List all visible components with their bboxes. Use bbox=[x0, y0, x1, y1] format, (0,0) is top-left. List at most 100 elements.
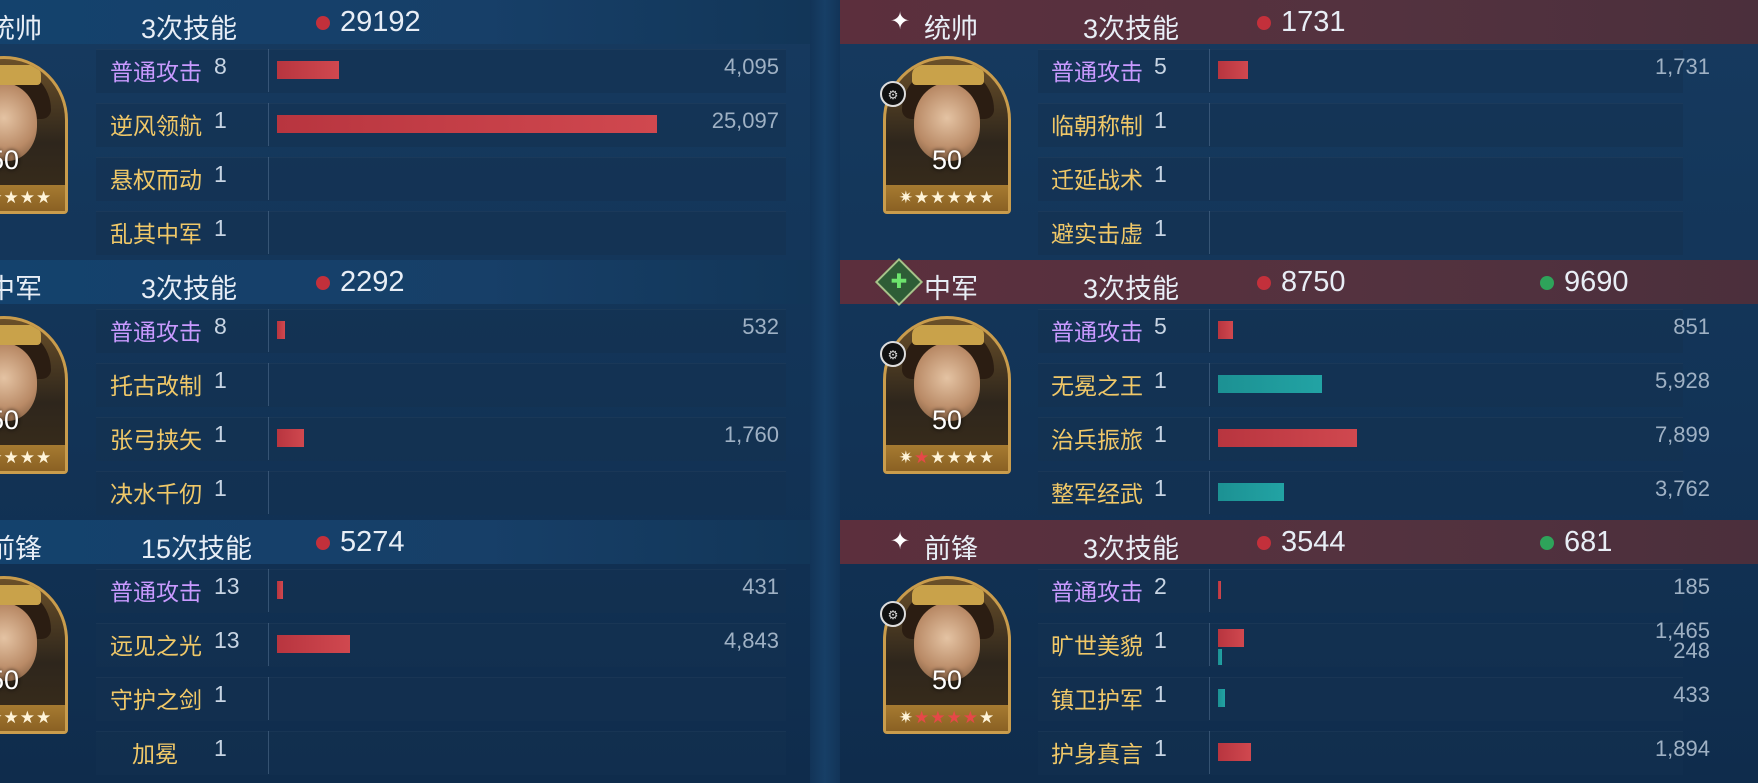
skill-row[interactable]: 普通攻击 8 532 bbox=[0, 304, 810, 353]
damage-value: 431 bbox=[742, 574, 779, 599]
skill-name: 守护之剑 bbox=[110, 687, 202, 713]
skill-name: 护身真言 bbox=[1051, 741, 1143, 767]
skill-name: 旷世美貌 bbox=[1051, 633, 1143, 659]
red-dot-icon bbox=[1257, 275, 1271, 290]
skill-use-count: 13 bbox=[214, 627, 240, 653]
skill-use-count: 1 bbox=[1154, 161, 1167, 187]
damage-bar-area bbox=[1209, 309, 1666, 352]
damage-bar-area bbox=[268, 731, 665, 774]
skill-row[interactable]: 避实击虚 1 bbox=[840, 206, 1758, 255]
skill-row[interactable]: 普通攻击 13 431 bbox=[0, 564, 810, 613]
red-dot-icon bbox=[316, 535, 330, 550]
skill-use-count: 8 bbox=[214, 53, 227, 79]
skill-name: 无冕之王 bbox=[1051, 373, 1143, 399]
skill-count-label: 3次技能 bbox=[141, 274, 238, 304]
skill-name: 远见之光 bbox=[110, 633, 202, 659]
damage-bar-area bbox=[1209, 569, 1666, 612]
left-team-panel: 统帅3次技能2919250✷★★★★★普通攻击84,095逆风领航125,097… bbox=[0, 0, 810, 783]
role-label: 中军 bbox=[924, 274, 978, 304]
red-damage-stat: 3544 bbox=[1257, 526, 1346, 559]
red-damage-stat: 29192 bbox=[316, 6, 421, 39]
skill-name: 普通攻击 bbox=[110, 319, 202, 345]
skill-row[interactable]: 治兵振旅 1 7,899 bbox=[840, 412, 1758, 461]
red-dot-icon bbox=[1257, 15, 1271, 30]
damage-bar-area bbox=[268, 157, 665, 200]
skill-row[interactable]: 旷世美貌 1 1,465 248 bbox=[840, 618, 1758, 667]
damage-bar-area bbox=[1209, 417, 1666, 460]
sparkle-icon: ✦ bbox=[890, 8, 911, 35]
skill-row[interactable]: 守护之剑 1 bbox=[0, 672, 810, 721]
skill-name: 张弓挟矢 bbox=[110, 427, 202, 453]
damage-bar bbox=[1218, 483, 1284, 501]
damage-bar-area bbox=[1209, 677, 1666, 720]
general-section: 中军3次技能229250✷★★★★★普通攻击8532托古改制1张弓挟矢11,76… bbox=[0, 260, 810, 520]
green-heal-value: 681 bbox=[1564, 526, 1613, 558]
right-team-panel: ✦ 统帅 3次技能 1731 50 ✷★★★★★ ⚙ 普通攻击 5 1,731 临朝称制 1 迁延战术 1… bbox=[840, 0, 1758, 783]
skill-use-count: 1 bbox=[1154, 421, 1167, 447]
damage-bar-area bbox=[268, 677, 665, 720]
skill-row[interactable]: 张弓挟矢 1 1,760 bbox=[0, 412, 810, 461]
damage-bar-area bbox=[1209, 363, 1666, 406]
skill-row[interactable]: 临朝称制 1 bbox=[840, 98, 1758, 147]
skill-row[interactable]: 托古改制 1 bbox=[0, 358, 810, 407]
damage-bar bbox=[1218, 321, 1233, 339]
red-damage-value: 3544 bbox=[1281, 526, 1346, 558]
damage-value: 7,899 bbox=[1654, 422, 1710, 447]
damage-bar bbox=[1218, 689, 1226, 707]
skill-row[interactable]: 普通攻击 8 4,095 bbox=[0, 44, 810, 93]
skill-use-count: 5 bbox=[1154, 313, 1167, 339]
heal-value: 248 bbox=[1673, 638, 1710, 663]
general-section: 前锋15次技能527450✷★★★★★普通攻击13431远见之光134,843守… bbox=[0, 520, 810, 780]
skill-row[interactable]: 加冕 1 bbox=[0, 726, 810, 775]
skill-count-label: 3次技能 bbox=[141, 14, 238, 44]
section-header: ✚ 中军 3次技能 8750 9690 bbox=[840, 257, 1758, 307]
panel-divider bbox=[810, 0, 840, 783]
damage-bar bbox=[277, 635, 351, 653]
skill-count-label: 3次技能 bbox=[1083, 534, 1180, 564]
damage-value: 5,928 bbox=[1654, 368, 1710, 393]
damage-value: 185 bbox=[1673, 574, 1710, 599]
skill-row[interactable]: 无冕之王 1 5,928 bbox=[840, 358, 1758, 407]
skill-row[interactable]: 护身真言 1 1,894 bbox=[840, 726, 1758, 775]
skill-row[interactable]: 普通攻击 5 1,731 bbox=[840, 44, 1758, 93]
damage-bar-area bbox=[1209, 103, 1666, 146]
damage-bar-area bbox=[268, 471, 665, 514]
skill-row[interactable]: 决水千仞 1 bbox=[0, 466, 810, 515]
damage-bar bbox=[1218, 429, 1357, 447]
damage-value: 25,097 bbox=[711, 108, 779, 133]
damage-bar-area bbox=[1209, 49, 1666, 92]
skill-name: 逆风领航 bbox=[110, 113, 202, 139]
skill-use-count: 2 bbox=[1154, 573, 1167, 599]
skill-row[interactable]: 悬权而动 1 bbox=[0, 152, 810, 201]
skill-row[interactable]: 普通攻击 2 185 bbox=[840, 564, 1758, 613]
skill-row[interactable]: 乱其中军 1 bbox=[0, 206, 810, 255]
skill-name: 整军经武 bbox=[1051, 481, 1143, 507]
skill-row[interactable]: 普通攻击 5 851 bbox=[840, 304, 1758, 353]
skill-use-count: 1 bbox=[1154, 627, 1167, 653]
skill-name: 普通攻击 bbox=[110, 579, 202, 605]
skill-use-count: 1 bbox=[1154, 215, 1167, 241]
skill-row[interactable]: 镇卫护军 1 433 bbox=[840, 672, 1758, 721]
damage-value: 851 bbox=[1673, 314, 1710, 339]
damage-bar-area bbox=[1209, 471, 1666, 514]
damage-bar-area bbox=[268, 49, 665, 92]
skill-row[interactable]: 整军经武 1 3,762 bbox=[840, 466, 1758, 515]
red-dot-icon bbox=[316, 15, 330, 30]
heal-bar bbox=[1218, 649, 1223, 665]
skill-name: 临朝称制 bbox=[1051, 113, 1143, 139]
damage-bar-area bbox=[268, 103, 665, 146]
skill-row[interactable]: 逆风领航 1 25,097 bbox=[0, 98, 810, 147]
role-label: 统帅 bbox=[924, 14, 978, 44]
section-header: 中军 3次技能 2292 bbox=[0, 260, 810, 304]
skill-name: 普通攻击 bbox=[110, 59, 202, 85]
damage-bar-area bbox=[1209, 731, 1666, 774]
skill-row[interactable]: 远见之光 13 4,843 bbox=[0, 618, 810, 667]
skill-row[interactable]: 迁延战术 1 bbox=[840, 152, 1758, 201]
damage-value: 1,731 bbox=[1654, 54, 1710, 79]
red-damage-value: 8750 bbox=[1281, 266, 1346, 298]
general-section: 统帅3次技能2919250✷★★★★★普通攻击84,095逆风领航125,097… bbox=[0, 0, 810, 260]
red-damage-stat: 1731 bbox=[1257, 6, 1346, 39]
skill-use-count: 1 bbox=[214, 367, 227, 393]
damage-value: 4,095 bbox=[723, 54, 779, 79]
damage-bar-area bbox=[268, 363, 665, 406]
